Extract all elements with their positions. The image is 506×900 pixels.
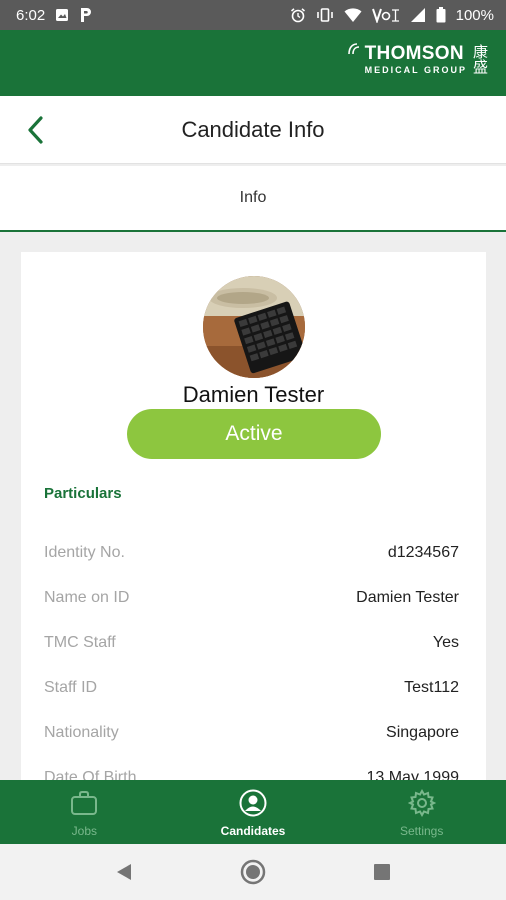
battery-percent: 100% [455,6,494,24]
detail-label: Name on ID [44,588,130,606]
detail-row-tmc-staff: TMC Staff Yes [44,620,459,665]
status-time: 6:02 [16,6,46,24]
vibrate-icon [316,7,334,23]
brand-subtitle: MEDICAL GROUP [364,65,467,75]
person-icon [239,788,267,818]
status-bar: 6:02 100% [0,0,506,30]
detail-row-nationality: Nationality Singapore [44,710,459,755]
nav-item-candidates[interactable]: Candidates [169,780,338,844]
avatar [203,276,305,378]
brand-logo: THOMSON MEDICAL GROUP 康盛 [347,42,489,75]
detail-value: Test112 [404,678,459,696]
parking-notification-icon [79,7,93,23]
triangle-back-icon [117,864,132,880]
bottom-nav: Jobs Candidates Settings [0,780,506,844]
circle-home-icon [240,859,266,885]
nav-label: Jobs [71,824,98,838]
system-back-button[interactable] [104,852,144,892]
image-notification-icon [55,8,69,22]
candidate-card: Damien Tester Active Particulars Identit… [21,252,486,792]
title-bar: Candidate Info [0,96,506,164]
detail-label: Nationality [44,723,119,741]
detail-label: Staff ID [44,678,98,696]
detail-value: d1234567 [387,543,459,561]
nav-label: Settings [400,824,444,838]
detail-row-name-on-id: Name on ID Damien Tester [44,575,459,620]
briefcase-icon [70,788,98,818]
wifi-icon [344,7,362,23]
battery-icon [436,7,446,23]
alarm-icon [290,7,306,23]
system-nav-bar [0,844,506,900]
brand-chinese-text: 康盛 [471,44,489,74]
particulars-list: Identity No. d1234567 Name on ID Damien … [44,530,459,800]
signal-icon [410,7,426,23]
detail-row-staff-id: Staff ID Test112 [44,665,459,710]
section-title-particulars: Particulars [44,485,122,502]
system-recents-button[interactable] [362,852,402,892]
square-recents-icon [373,864,390,880]
tab-bar: Info [0,166,506,232]
detail-value: Damien Tester [356,588,459,606]
logo-mark-icon [347,42,361,56]
system-home-button[interactable] [233,852,273,892]
tab-info[interactable]: Info [240,189,267,207]
detail-value: Yes [432,633,459,651]
nav-label: Candidates [220,824,286,838]
brand-name: THOMSON [364,43,464,64]
candidate-name: Damien Tester [182,382,325,407]
detail-label: TMC Staff [44,633,116,651]
volte-icon [371,7,400,23]
detail-label: Identity No. [44,543,125,561]
detail-value: Singapore [386,723,459,741]
status-badge: Active [127,409,381,459]
detail-row-identity-no: Identity No. d1234567 [44,530,459,575]
brand-header: THOMSON MEDICAL GROUP 康盛 [0,30,506,96]
nav-item-settings[interactable]: Settings [337,780,506,844]
gear-icon [407,788,436,818]
nav-item-jobs[interactable]: Jobs [0,780,169,844]
page-title: Candidate Info [181,117,325,142]
